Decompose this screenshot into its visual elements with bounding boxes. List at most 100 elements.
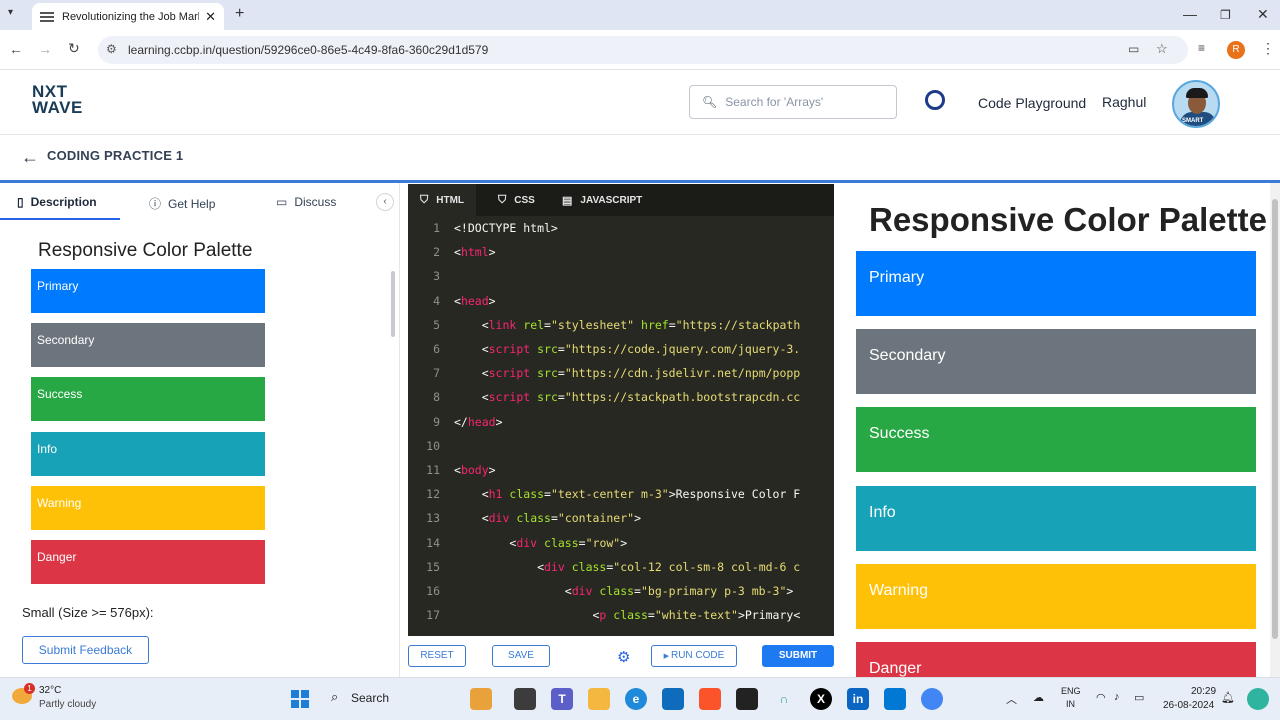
weather-condition[interactable]: Partly cloudy [39,699,96,710]
code-token: = [557,366,565,381]
copilot-icon[interactable] [1247,688,1269,710]
code-token: < [454,559,545,574]
taskbar-search-icon[interactable]: ⌕ [331,689,338,705]
notifications-icon[interactable]: 🔔︎ [1221,691,1235,704]
run-code-button[interactable]: ▶ RUN CODE [651,645,737,667]
teams-icon[interactable]: T [551,688,573,710]
profile-avatar[interactable]: R [1227,41,1245,59]
site-info-icon[interactable]: ⚙ [106,42,117,56]
minimize-icon[interactable]: — [1183,6,1197,22]
tab-discuss[interactable]: ▭ Discuss [276,195,336,209]
cloud-icon[interactable]: ☁ [1033,691,1044,704]
widgets-icon[interactable] [470,688,492,710]
taskbar-search[interactable]: Search [351,691,389,705]
tab-html[interactable]: ⛉ HTML [408,184,477,216]
reload-icon[interactable]: ↻ [68,40,80,57]
code-token: = [634,584,641,598]
capcut-icon[interactable] [736,688,758,710]
forward-icon[interactable]: → [38,41,52,57]
code-token: "container" [557,511,635,526]
wifi-icon[interactable]: ◠ [1096,691,1106,704]
code-token: < [454,463,461,477]
sample-swatch-primary: Primary [31,269,265,313]
tab-javascript[interactable]: ▤ JAVASCRIPT [550,184,654,216]
line-number: 14 [426,535,440,550]
search-icon: 🔍︎ [702,95,718,109]
username[interactable]: Raghul [1102,94,1146,110]
practice-bar: ← CODING PRACTICE 1 [0,135,1280,180]
avatar-hair [1186,88,1208,98]
code-token: < [454,366,489,381]
back-icon[interactable]: ← [9,41,23,57]
submit-button[interactable]: SUBMIT [762,645,834,667]
submit-feedback-button[interactable]: Submit Feedback [22,636,149,664]
bookmark-star-icon[interactable]: ☆ [1156,41,1168,57]
code-token: "stylesheet" [550,317,635,332]
tab-css[interactable]: ⛉ CSS [486,184,547,216]
back-arrow-icon[interactable]: ← [21,147,39,168]
line-content: <html> [454,245,496,259]
language-indicator[interactable]: ENG [1061,686,1081,696]
tab-get-help[interactable]: ⓘ Get Help [149,195,215,212]
vscode-icon[interactable] [884,688,906,710]
address-bar[interactable]: ⚙ learning.ccbp.in/question/59296ce0-86e… [98,36,1188,64]
code-token: > [786,584,794,598]
clock-time[interactable]: 20:29 [1191,686,1216,697]
file-explorer-dark-icon[interactable] [514,688,536,710]
edge-icon[interactable]: e [625,688,647,710]
panel-scrollbar[interactable] [391,271,395,337]
tray-chevron-icon[interactable]: ︿ [1006,691,1017,707]
preview-scrollbar[interactable] [1270,183,1280,677]
preview-scroll-thumb[interactable] [1272,199,1278,639]
battery-icon[interactable]: ▭ [1134,691,1144,704]
close-tab-icon[interactable]: ✕ [205,9,216,25]
cast-icon[interactable]: ▭ [1128,42,1139,56]
linkedin-icon[interactable]: in [847,688,869,710]
chrome-icon[interactable] [921,688,943,710]
temperature[interactable]: 32°C [39,685,61,696]
tab-css-label: CSS [514,194,535,206]
menu-icon [40,11,54,22]
new-tab-icon[interactable]: + [235,5,244,23]
line-content: <script src="https://cdn.jsdelivr.net/np… [454,366,801,381]
region-indicator[interactable]: IN [1066,699,1075,709]
folder-icon[interactable] [588,688,610,710]
url-text: learning.ccbp.in/question/59296ce0-86e5-… [128,43,489,57]
sample-output-frame: Responsive Color Palette Primary Seconda… [30,238,270,588]
user-avatar[interactable]: SMART [1172,80,1220,128]
line-number: 9 [433,414,440,429]
media-icon[interactable]: ≡ [1198,41,1205,55]
settings-gear-icon[interactable]: ⚙ [617,648,630,666]
timer-icon[interactable] [925,90,945,110]
code-token: div [544,559,565,574]
more-menu-icon[interactable]: ⋮ [1261,40,1275,57]
nxtwave-logo[interactable]: NXT WAVE [32,83,83,116]
weather-badge: 1 [24,683,35,694]
volume-icon[interactable]: ♪ [1114,691,1120,703]
app-icon[interactable]: ∩ [773,688,795,710]
tab-search-chevron-icon[interactable]: ▾ [8,7,13,18]
search-input[interactable]: 🔍︎ Search for 'Arrays' [689,85,897,119]
code-token: = [550,511,558,526]
collapse-panel-button[interactable]: ‹ [376,193,394,211]
restore-icon[interactable]: ❐ [1220,8,1231,22]
code-playground-link[interactable]: Code Playground [978,95,1086,111]
html5-icon: ⛉ [420,193,429,206]
line-content: <p class="white-text">Primary< [454,608,800,622]
windows-start-icon[interactable] [291,690,309,708]
small-size-text: Small (Size >= 576px): [22,605,154,620]
save-button[interactable]: SAVE [492,645,550,667]
brave-icon[interactable] [699,688,721,710]
store-icon[interactable] [662,688,684,710]
code-token: < [454,293,461,308]
line-number: 10 [426,438,440,453]
browser-tab[interactable]: Revolutionizing the Job Market ✕ [32,3,224,30]
clock-date[interactable]: 26-08-2024 [1163,700,1214,711]
tab-description[interactable]: ▯ Description [17,195,97,209]
code-editor[interactable]: ⛉ HTML ⛉ CSS ▤ JAVASCRIPT 1 <!DOCTYPE htm… [408,184,834,636]
close-window-icon[interactable]: ✕ [1257,6,1269,23]
x-icon[interactable]: X [810,688,832,710]
css3-icon: ⛉ [498,193,507,206]
reset-button[interactable]: RESET [408,645,466,667]
